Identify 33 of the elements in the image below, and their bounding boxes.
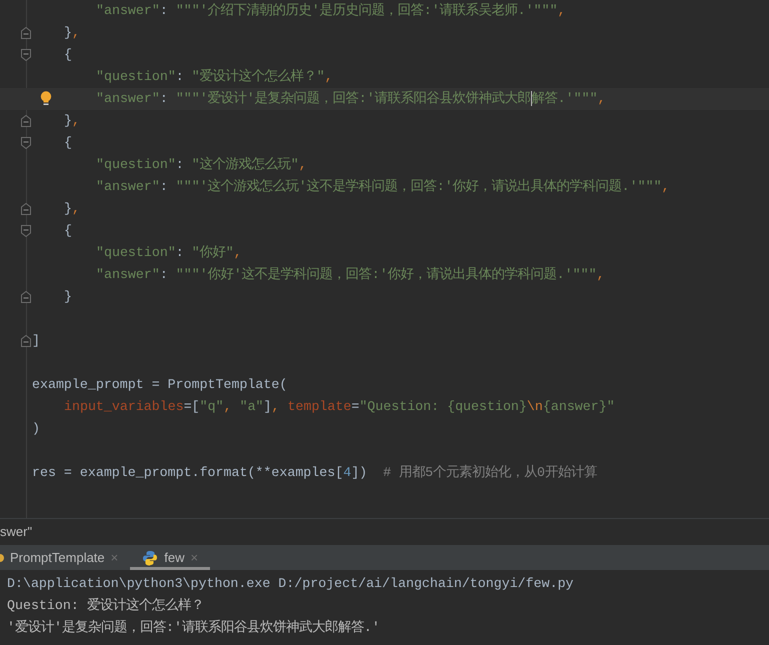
fold-icon[interactable]	[21, 49, 31, 61]
lightbulb-icon[interactable]	[40, 91, 52, 106]
code-line: {	[64, 222, 72, 240]
breadcrumb[interactable]: swer"	[0, 522, 32, 542]
run-tab[interactable]: PromptTemplate ×	[0, 545, 130, 570]
code-line: {	[64, 134, 72, 152]
code-line: "question": "爱设计这个怎么样？",	[96, 68, 333, 86]
console-output: '爱设计'是复杂问题，回答:'请联系阳谷县炊饼神武大郎解答.'	[7, 618, 381, 637]
fold-icon[interactable]	[21, 203, 31, 215]
code-line: }	[64, 288, 72, 306]
python-logo-icon	[142, 550, 158, 566]
code-line: ]	[32, 332, 40, 350]
code-line: "question": "这个游戏怎么玩",	[96, 156, 307, 174]
fold-icon[interactable]	[21, 137, 31, 149]
fold-icon[interactable]	[21, 335, 31, 347]
code-line: "question": "你好",	[96, 244, 242, 262]
code-line: res = example_prompt.format(**examples[4]) # 用都5个元素初始化，从0开始计算	[32, 464, 598, 482]
fold-icon[interactable]	[21, 27, 31, 39]
code-line: example_prompt = PromptTemplate(	[32, 376, 288, 394]
code-line: },	[64, 112, 80, 130]
console-command: D:\application\python3\python.exe D:/project/ai/langchain/tongyi/few.py	[7, 575, 575, 593]
code-line: "answer": """'你好'这不是学科问题，回答:'你好，请说出具体的学科问题.'""",	[96, 266, 605, 284]
code-line: )	[32, 420, 40, 438]
console-output: Question: 爱设计这个怎么样？	[7, 596, 205, 615]
code-line: },	[64, 200, 80, 218]
code-line: {	[64, 46, 72, 64]
code-line: },	[64, 24, 80, 42]
code-line: "answer": """'介绍下清朝的历史'是历史问题，回答:'请联系吴老师.'""",	[96, 2, 566, 20]
fold-icon[interactable]	[21, 225, 31, 237]
code-line: "answer": """'这个游戏怎么玩'这不是学科问题，回答:'你好，请说出具体的学科问题.'""",	[96, 178, 670, 196]
code-line: input_variables=["q", "a"], template="Question: {question}\n{answer}"	[64, 398, 615, 416]
fold-icon[interactable]	[21, 291, 31, 303]
fold-icon[interactable]	[21, 115, 31, 127]
